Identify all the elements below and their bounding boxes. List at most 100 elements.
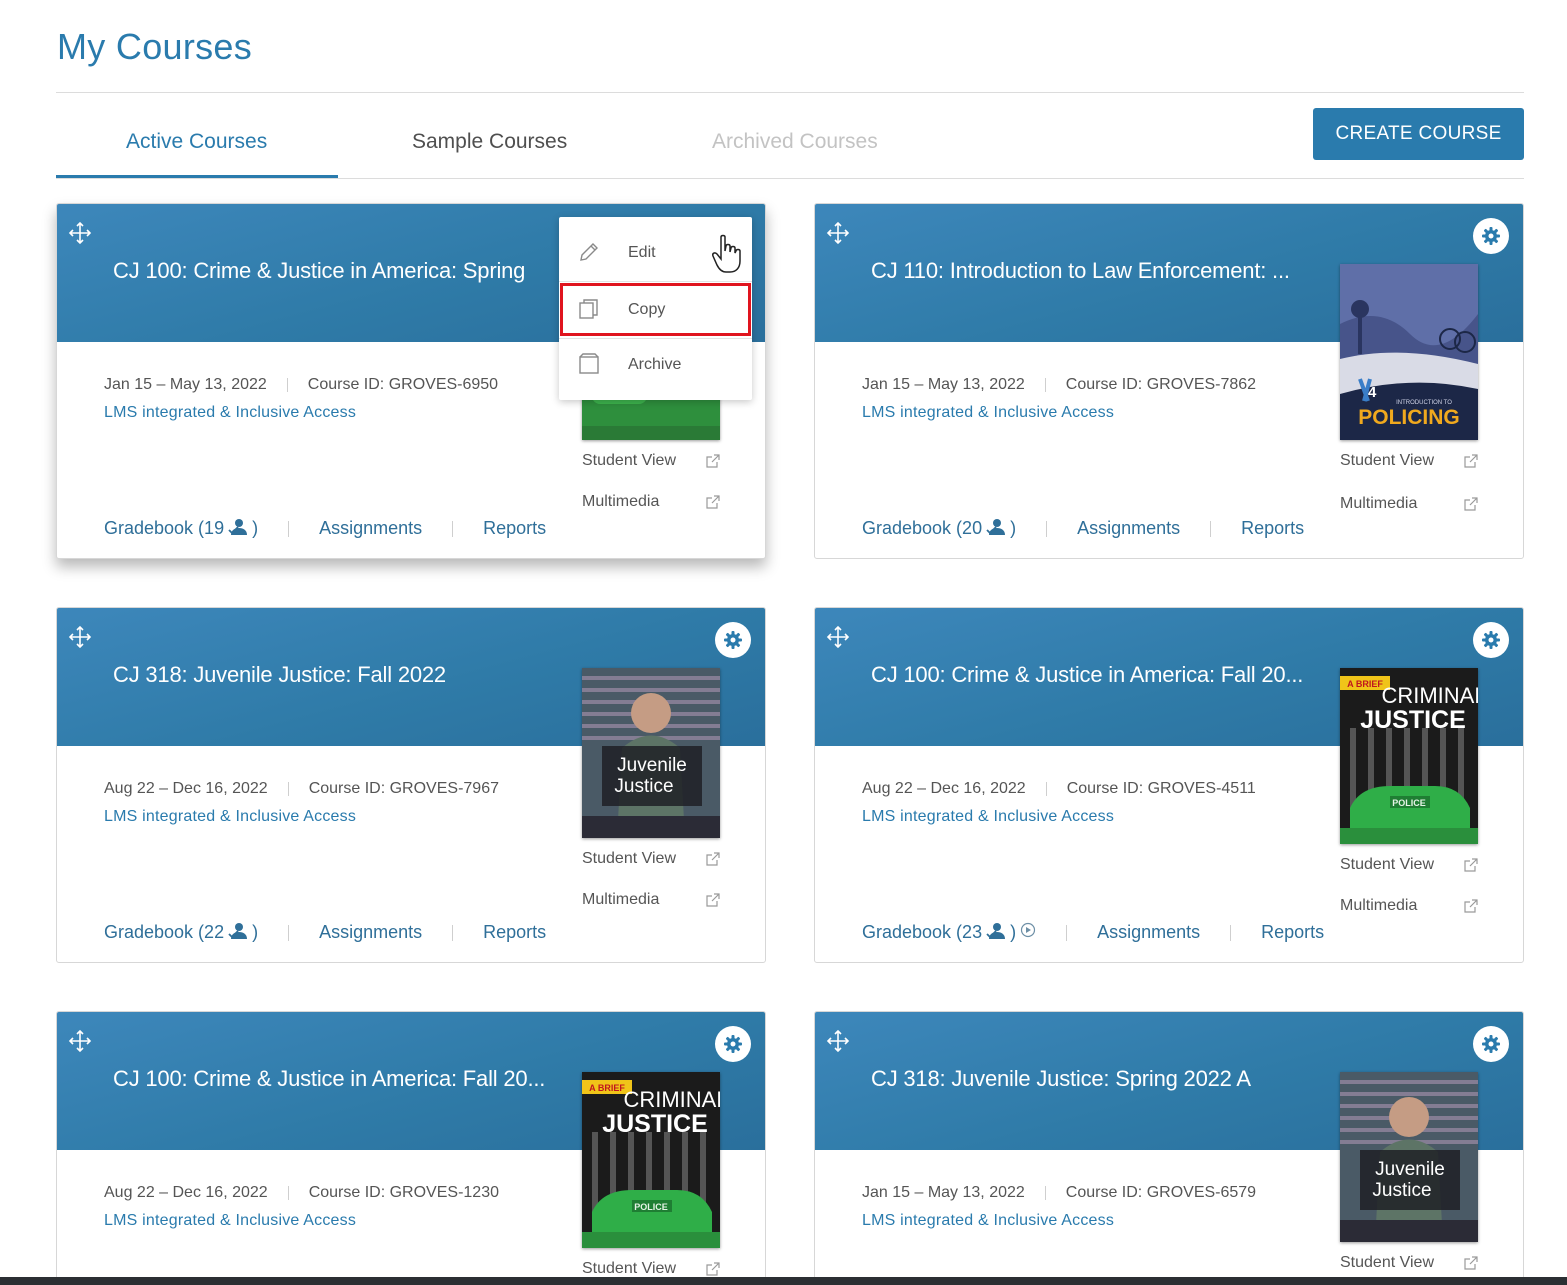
multimedia-link[interactable]: Multimedia [1340,897,1478,915]
course-title[interactable]: CJ 318: Juvenile Justice: Fall 2022 [113,662,573,688]
sync-icon [1020,922,1036,938]
gradebook-link[interactable]: Gradebook (19) [104,518,258,538]
course-title[interactable]: CJ 100: Crime & Justice in America: Fall… [871,662,1331,688]
gear-icon [1482,631,1500,649]
gradebook-link[interactable]: Gradebook (23) [862,922,1016,942]
tab-archived-courses[interactable]: Archived Courses [712,130,878,154]
multimedia-link[interactable]: Multimedia [1340,495,1478,513]
course-actions: Gradebook (22) Assignments Reports [104,922,546,943]
external-link-icon [1464,497,1478,511]
assignments-link[interactable]: Assignments [1097,922,1200,942]
move-icon[interactable] [825,1028,851,1054]
svg-text:JUSTICE: JUSTICE [1360,706,1466,734]
move-icon[interactable] [67,1028,93,1054]
book-cover: A BRIEF CRIMINAL JUSTICE POLICE [582,1072,720,1248]
bottom-bar [0,1277,1567,1285]
menu-divider [559,281,752,282]
course-title[interactable]: CJ 100: Crime & Justice in America: Fall… [113,1066,573,1092]
course-title[interactable]: CJ 318: Juvenile Justice: Spring 2022 A [871,1066,1331,1092]
svg-text:JUSTICE: JUSTICE [602,1110,708,1138]
svg-text:A BRIEF: A BRIEF [1347,679,1383,689]
tabs-divider [56,178,1524,179]
gear-icon [1482,227,1500,245]
course-title[interactable]: CJ 100: Crime & Justice in America: Spri… [113,258,533,284]
course-card: CJ 318: Juvenile Justice: Spring 2022 A … [814,1011,1524,1285]
course-meta: Aug 22 – Dec 16, 2022 Course ID: GROVES-4… [862,780,1256,798]
tab-sample-courses[interactable]: Sample Courses [412,130,567,154]
reports-link[interactable]: Reports [1261,922,1324,942]
course-card: CJ 100: Crime & Justice in America: Fall… [56,1011,766,1285]
assignments-link[interactable]: Assignments [319,518,422,538]
gradebook-link[interactable]: Gradebook (20) [862,518,1016,538]
course-dates: Aug 22 – Dec 16, 2022 [104,780,268,797]
multimedia-link[interactable]: Multimedia [582,493,720,511]
title-divider [56,92,1524,93]
lms-integration-label[interactable]: LMS integrated & Inclusive Access [862,808,1114,826]
create-course-button[interactable]: CREATE COURSE [1313,108,1524,160]
multimedia-link[interactable]: Multimedia [582,891,720,909]
course-title[interactable]: CJ 110: Introduction to Law Enforcement:… [871,258,1331,284]
assignments-link[interactable]: Assignments [319,922,422,942]
archive-icon [579,353,599,374]
lms-integration-label[interactable]: LMS integrated & Inclusive Access [862,1212,1114,1230]
lms-integration-label[interactable]: LMS integrated & Inclusive Access [104,1212,356,1230]
external-link-icon [1464,899,1478,913]
course-id: Course ID: GROVES-7862 [1065,376,1257,393]
course-actions: Gradebook (19) Assignments Reports [104,518,546,539]
svg-text:Juvenile: Juvenile [617,755,687,776]
move-icon[interactable] [67,220,93,246]
pencil-icon [580,243,598,261]
svg-text:A BRIEF: A BRIEF [589,1083,625,1093]
course-dates: Jan 15 – May 13, 2022 [104,376,267,393]
book-cover: Juvenile Justice [1340,1072,1478,1242]
course-dates: Aug 22 – Dec 16, 2022 [862,780,1026,797]
gradebook-link[interactable]: Gradebook (22) [104,922,258,942]
course-card: CJ 100: Crime & Justice in America: Fall… [814,607,1524,963]
external-link-icon [706,1262,720,1276]
student-view-link[interactable]: Student View [582,850,720,868]
svg-text:Justice: Justice [614,776,673,797]
student-view-link[interactable]: Student View [1340,856,1478,874]
external-link-icon [1464,858,1478,872]
student-view-link[interactable]: Student View [1340,452,1478,470]
course-settings-button[interactable] [715,1026,751,1062]
course-dates: Aug 22 – Dec 16, 2022 [104,1184,268,1201]
external-link-icon [706,852,720,866]
students-icon [986,519,1006,535]
course-id: Course ID: GROVES-4511 [1066,780,1256,797]
move-icon[interactable] [825,220,851,246]
external-link-icon [706,495,720,509]
students-icon [228,923,248,939]
students-icon [228,519,248,535]
student-view-link[interactable]: Student View [1340,1254,1478,1272]
course-meta: Aug 22 – Dec 16, 2022 Course ID: GROVES-1… [104,1184,499,1202]
svg-text:POLICE: POLICE [1392,798,1426,808]
course-settings-button[interactable] [715,622,751,658]
reports-link[interactable]: Reports [483,518,546,538]
course-settings-button[interactable] [1473,622,1509,658]
lms-integration-label[interactable]: LMS integrated & Inclusive Access [862,404,1114,422]
lms-integration-label[interactable]: LMS integrated & Inclusive Access [104,808,356,826]
page-title: My Courses [57,26,253,67]
course-actions: Gradebook (23) Assignments Reports [862,922,1324,943]
move-icon[interactable] [825,624,851,650]
svg-text:CRIMINAL: CRIMINAL [623,1087,720,1112]
reports-link[interactable]: Reports [483,922,546,942]
move-icon[interactable] [67,624,93,650]
gear-icon [724,1035,742,1053]
course-meta: Jan 15 – May 13, 2022 Course ID: GROVES-7… [862,376,1256,394]
gear-icon [1482,1035,1500,1053]
external-link-icon [1464,454,1478,468]
reports-link[interactable]: Reports [1241,518,1304,538]
hand-cursor-icon [712,234,741,273]
course-settings-button[interactable] [1473,218,1509,254]
lms-integration-label[interactable]: LMS integrated & Inclusive Access [104,404,356,422]
assignments-link[interactable]: Assignments [1077,518,1180,538]
course-settings-button[interactable] [1473,1026,1509,1062]
student-view-link[interactable]: Student View [582,1260,720,1278]
tab-active-courses[interactable]: Active Courses [126,130,267,154]
students-icon [986,923,1006,939]
menu-item-copy[interactable]: Copy [559,285,752,335]
student-view-link[interactable]: Student View [582,452,720,470]
menu-item-archive[interactable]: Archive [559,340,752,390]
